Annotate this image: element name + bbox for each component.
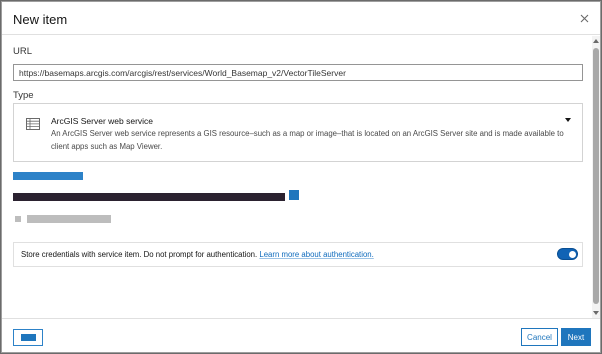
next-button[interactable]: Next [561,328,591,346]
learn-more-link[interactable]: Learn more about authentication. [259,250,373,259]
placeholder-gray-square [15,216,21,222]
dialog-header: New item [2,2,600,35]
placeholder-dark-bar [13,193,285,201]
type-label: Type [13,90,34,101]
dialog-content: URL Type ArcGIS Server web service An Ar… [2,36,592,318]
caret-down-icon [565,118,571,122]
close-icon [580,14,588,22]
placeholder-footer-button-fill [21,334,36,341]
url-label: URL [13,46,33,57]
dialog-footer: Cancel Next [2,318,600,352]
placeholder-blue-square [289,190,299,200]
toggle-knob [569,251,576,258]
scroll-down-icon[interactable] [593,311,599,315]
scroll-thumb[interactable] [593,48,599,304]
url-input[interactable] [13,64,583,81]
placeholder-blue-bar [13,172,83,180]
type-dropdown[interactable]: ArcGIS Server web service An ArcGIS Serv… [13,103,583,162]
credentials-text: Store credentials with service item. Do … [21,250,258,259]
credentials-text-row: Store credentials with service item. Do … [21,250,374,259]
type-selected-name: ArcGIS Server web service [51,116,154,126]
close-button[interactable] [576,10,592,26]
type-selected-description: An ArcGIS Server web service represents … [51,129,564,151]
scroll-up-icon[interactable] [593,39,599,43]
store-credentials-toggle[interactable] [557,248,578,260]
placeholder-gray-bar [27,215,111,223]
placeholder-footer-button[interactable] [13,329,43,346]
content-scrollbar[interactable] [592,36,600,318]
table-icon [26,118,40,130]
cancel-button[interactable]: Cancel [521,328,558,346]
credentials-panel: Store credentials with service item. Do … [13,242,583,267]
new-item-dialog: New item URL Type ArcGIS Server web serv… [1,1,601,353]
dialog-title: New item [13,12,68,27]
